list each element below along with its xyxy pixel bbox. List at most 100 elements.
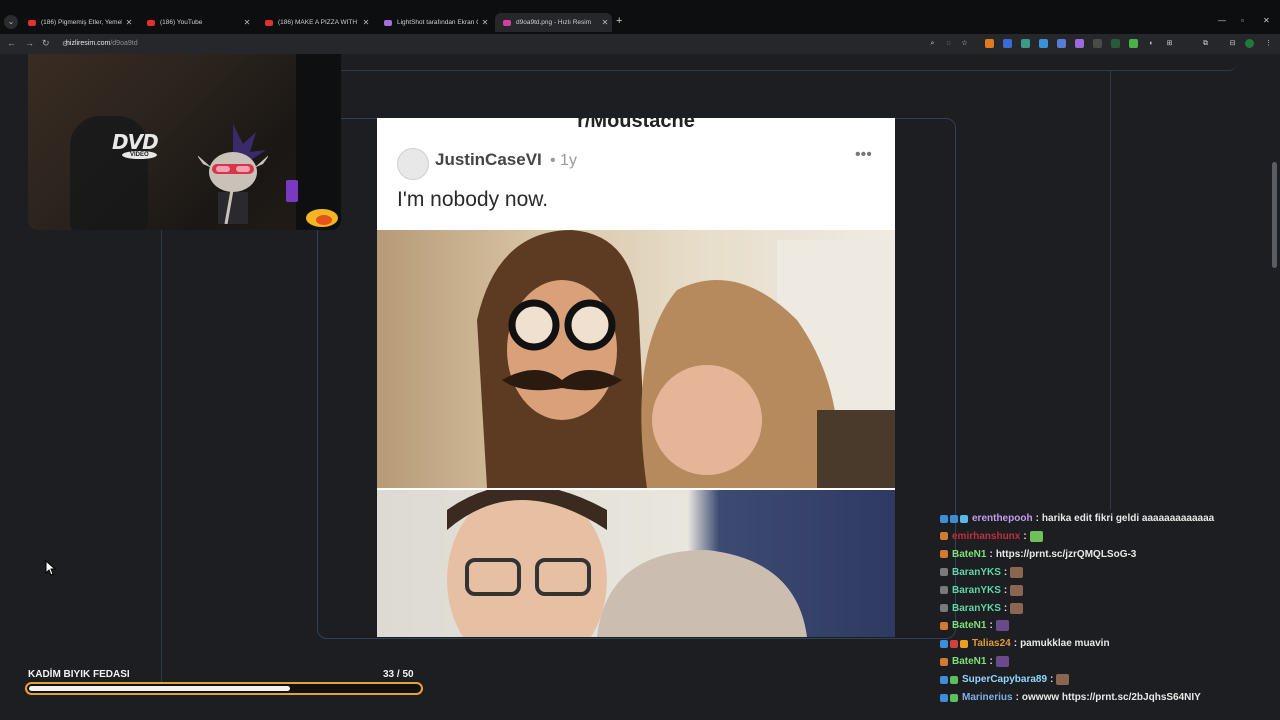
chat-badge-icon (940, 693, 948, 702)
tab-favicon-icon (503, 19, 511, 26)
tab-close-icon[interactable]: ✕ (478, 18, 492, 27)
tab-search-icon[interactable]: ⌄ (4, 15, 18, 29)
post-username: JustinCaseVI (435, 150, 542, 169)
chat-message: BaranYKS: (940, 600, 1024, 617)
tab-favicon-icon (147, 19, 155, 26)
chat-separator: : (1035, 513, 1039, 524)
chat-badge-icon (940, 532, 948, 541)
chat-username[interactable]: Marinerius (962, 692, 1013, 703)
chat-username[interactable]: BaranYKS (952, 585, 1001, 596)
chat-text: owwww https://prnt.sc/2bJqhsS64NIY (1021, 692, 1201, 703)
extensions-puzzle-icon[interactable]: ⧉ (1201, 39, 1210, 48)
browser-tab[interactable]: (186) Pigmemiş Etler, Yemekten✕ (20, 13, 136, 32)
chat-username[interactable]: Talias24 (972, 638, 1011, 649)
chat-separator: : (1013, 638, 1018, 650)
url-host: hizliresim.com (66, 40, 111, 47)
hide-icon[interactable]: ◌ (944, 39, 953, 48)
extension-icon[interactable] (1075, 39, 1084, 48)
chat-message: Talias24: pamukklae muavin (940, 635, 1110, 652)
tab-favicon-icon (28, 19, 36, 26)
site-header-edge (318, 54, 1238, 71)
chat-badge-icon (950, 514, 958, 523)
fire-icon (306, 209, 338, 227)
chat-username[interactable]: SuperCapybara89 (962, 674, 1047, 685)
goal-count: 33 / 50 (383, 669, 414, 680)
chat-emote-icon (1056, 674, 1070, 686)
chat-message: BateN1: (940, 617, 1009, 634)
tab-favicon-icon (384, 19, 392, 26)
chat-message: erenthepooh: harika edit fikri geldi aaaa… (940, 510, 1214, 527)
tab-close-icon[interactable]: ✕ (359, 18, 373, 27)
chat-message: BaranYKS: (940, 564, 1024, 581)
mouse-cursor-icon (45, 560, 57, 576)
chat-username[interactable]: erenthepooh (972, 513, 1033, 524)
extension-icon[interactable] (1111, 39, 1120, 48)
chat-separator: : (989, 548, 993, 560)
extension-icon[interactable] (1039, 39, 1048, 48)
tab-close-icon[interactable]: ✕ (122, 18, 136, 27)
chat-username[interactable]: emirhanshunx (952, 531, 1020, 542)
chat-badge-icon (940, 568, 948, 577)
reload-icon[interactable]: ↻ (42, 38, 50, 49)
tab-close-icon[interactable]: ✕ (240, 18, 254, 27)
chat-badge-icon (940, 586, 948, 595)
chat-badge-icon (940, 514, 948, 523)
scrollbar-thumb[interactable] (1272, 162, 1277, 268)
browser-tab[interactable]: (186) MAKE A PIZZA WITH YOU✕ (257, 13, 373, 32)
chat-message: emirhanshunx: (940, 528, 1043, 545)
chat-message: BateN1: https://prnt.sc/jzrQMQLSoG-3 (940, 546, 1136, 563)
minimize-icon[interactable]: — (1218, 16, 1226, 25)
chat-username[interactable]: BateN1 (952, 656, 986, 667)
tab-favicon-icon (265, 19, 273, 26)
address-bar[interactable]: hizliresim.com/d9oa9td (66, 37, 138, 50)
forward-icon[interactable]: → (25, 38, 34, 48)
back-icon[interactable]: ← (7, 38, 16, 48)
chat-username[interactable]: BateN1 (952, 549, 986, 560)
column-divider (1110, 70, 1111, 510)
extension-icon[interactable]: ◐ (1147, 39, 1156, 48)
chat-badge-icon (950, 675, 958, 684)
chat-separator: : (1003, 566, 1008, 578)
extension-icon[interactable] (1021, 39, 1030, 48)
sidebar-icon[interactable]: ⊟ (1228, 39, 1237, 48)
new-tab-icon[interactable]: + (616, 15, 622, 27)
post-text: I'm nobody now. (397, 188, 549, 211)
browser-tab[interactable]: LightShot tarafından Ekran Gör ✕ (376, 13, 492, 32)
close-window-icon[interactable]: ✕ (1263, 16, 1270, 25)
chat-emote-icon (1029, 530, 1043, 542)
goal-progress-bar (25, 682, 423, 695)
extension-icon[interactable] (1003, 39, 1012, 48)
browser-tab[interactable]: d9oa9td.png - Hızlı Resim ✕ (495, 13, 612, 32)
menu-kebab-icon[interactable]: ⋮ (1264, 39, 1273, 48)
chat-separator: : (1050, 674, 1054, 686)
tab-title: d9oa9td.png - Hızlı Resim (516, 19, 592, 26)
chat-separator: : (1023, 530, 1027, 542)
chat-username[interactable]: BaranYKS (952, 603, 1001, 614)
zoom-icon[interactable]: ⌕ (928, 39, 937, 48)
chat-text: https://prnt.sc/jzrQMQLSoG-3 (995, 548, 1137, 560)
extension-icon[interactable] (1129, 39, 1138, 48)
extension-icon[interactable] (985, 39, 994, 48)
chat-username[interactable]: BateN1 (952, 620, 986, 631)
profile-avatar[interactable] (1245, 39, 1254, 48)
chat-username[interactable]: BaranYKS (952, 567, 1001, 578)
chat-separator: : (989, 620, 993, 632)
tab-title: (186) YouTube (160, 19, 203, 26)
reddit-avatar (397, 148, 429, 180)
chat-message: BaranYKS: (940, 582, 1024, 599)
bookmark-star-icon[interactable]: ☆ (960, 39, 969, 48)
chat-text: harika edit fikri geldi aaaaaaaaaaaaa (1041, 513, 1215, 524)
tab-close-icon[interactable]: ✕ (598, 18, 612, 27)
tab-title: LightShot tarafından Ekran Gör (397, 19, 478, 26)
maximize-icon[interactable]: ▫ (1241, 16, 1244, 25)
browser-tab[interactable]: (186) YouTube ✕ (139, 13, 254, 32)
subreddit-label: r/Moustache (577, 118, 695, 132)
photo-couple-moustache (377, 230, 895, 488)
chat-badge-icon (950, 693, 958, 702)
extension-icon[interactable] (1057, 39, 1066, 48)
goal-progress-fill (29, 686, 290, 691)
tab-title: (186) Pigmemiş Etler, Yemekten (41, 19, 122, 26)
extension-icon[interactable] (1093, 39, 1102, 48)
extension-icon[interactable]: ⊞ (1165, 39, 1174, 48)
chat-message: BateN1: (940, 653, 1009, 670)
